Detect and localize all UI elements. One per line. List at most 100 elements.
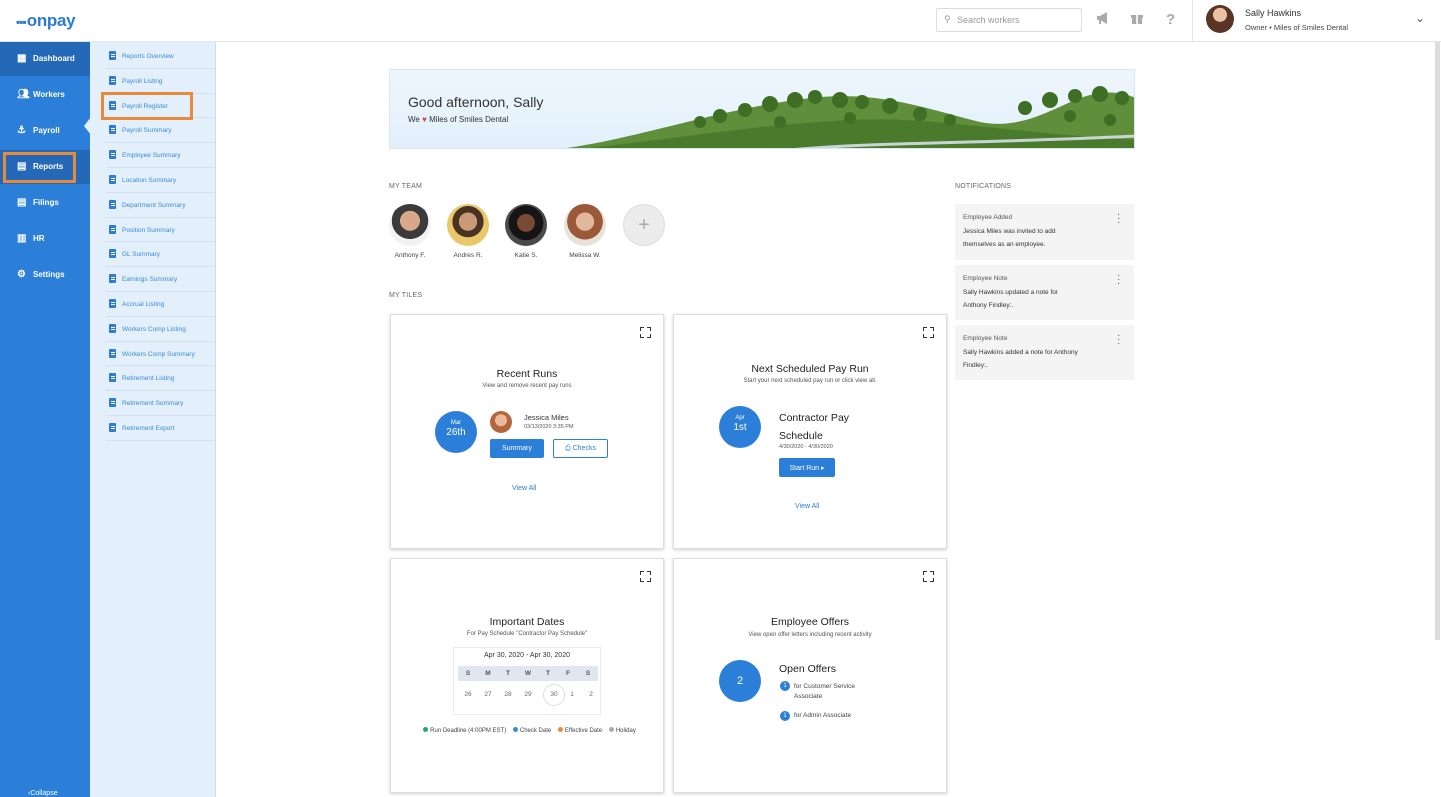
team-member[interactable]: Andres R.	[438, 204, 498, 259]
notification-card[interactable]: Employee Added Jessica Miles was invited…	[955, 204, 1134, 260]
calendar-day[interactable]: 2	[581, 691, 601, 698]
view-all-link[interactable]: View All	[512, 485, 536, 492]
submenu-item[interactable]: Accrual Listing	[106, 292, 214, 317]
user-menu[interactable]: Sally Hawkins Owner • Miles of Smiles De…	[1192, 0, 1441, 42]
submenu-item[interactable]: Payroll Summary	[106, 118, 214, 144]
submenu-item[interactable]: Retirement Summary	[106, 391, 214, 416]
submenu-item[interactable]: Reports Overview	[106, 44, 214, 69]
help-icon[interactable]: ?	[1166, 11, 1175, 28]
document-icon	[109, 51, 116, 60]
expand-icon[interactable]	[640, 327, 651, 338]
banner-subtitle: We ♥ Miles of Smiles Dental	[408, 115, 509, 124]
tile-title: Important Dates	[489, 616, 565, 628]
expand-icon[interactable]	[640, 571, 651, 582]
calendar-day[interactable]: 28	[498, 691, 518, 698]
document-icon	[109, 125, 116, 135]
megaphone-icon[interactable]	[1096, 11, 1111, 29]
team-member[interactable]: Melissa W.	[555, 204, 615, 259]
gift-icon[interactable]	[1130, 11, 1144, 29]
submenu-item-label: Workers Comp Summary	[122, 350, 195, 358]
tile-description: View and remove recent pay runs	[482, 383, 572, 389]
search-input[interactable]: ⚲ Search workers	[936, 8, 1082, 32]
avatar	[389, 204, 431, 246]
offer-count-badge: 1	[780, 681, 790, 691]
sidebar-item-label: Dashboard	[33, 54, 75, 63]
sidebar-item-filings[interactable]: ▤ Filings	[0, 186, 90, 220]
avatar	[490, 411, 512, 433]
submenu-item[interactable]: Retirement Listing	[106, 366, 214, 392]
submenu-item[interactable]: Position Summary	[106, 218, 214, 243]
sidebar-item-payroll[interactable]: ⚓︎ Payroll	[0, 114, 90, 148]
hr-icon: ▥	[17, 233, 27, 244]
submenu-item[interactable]: Payroll Listing	[106, 69, 214, 94]
welcome-banner: Good afternoon, Sally We ♥ Miles of Smil…	[389, 69, 1135, 149]
calendar-day[interactable]: 1	[562, 691, 582, 698]
submenu-item-label: Position Summary	[122, 226, 175, 234]
recent-runs-tile: Recent Runs View and remove recent pay r…	[390, 314, 664, 549]
team-member[interactable]: Katie S.	[496, 204, 556, 259]
summary-button[interactable]: Summary	[490, 439, 544, 458]
gear-icon: ⚙	[17, 269, 26, 280]
sidebar-item-settings[interactable]: ⚙ Settings	[0, 258, 90, 292]
document-icon	[109, 175, 116, 184]
user-avatar	[1206, 5, 1234, 33]
pay-run-date-badge: Apr 1st	[719, 406, 761, 448]
offer-count-badge: 1	[780, 711, 790, 721]
document-icon	[109, 274, 116, 284]
checks-button[interactable]: ⎙ Checks	[553, 439, 608, 458]
notification-type: Employee Note	[963, 275, 1008, 282]
submenu-item[interactable]: Retirement Export	[106, 416, 214, 441]
add-team-member-button[interactable]: +	[623, 204, 665, 246]
submenu-item[interactable]: Workers Comp Listing	[106, 317, 214, 342]
run-date-badge: Mar 26th	[435, 411, 477, 453]
avatar	[505, 204, 547, 246]
calendar-day[interactable]: 29	[518, 691, 538, 698]
notification-card[interactable]: Employee Note Sally Hawkins added a note…	[955, 325, 1134, 380]
calendar-day[interactable]: 30	[544, 691, 564, 698]
team-member-name: Melissa W.	[569, 252, 601, 259]
more-options-icon[interactable]: · · ·	[1117, 210, 1120, 228]
start-run-button[interactable]: Start Run ▸	[779, 458, 835, 477]
calendar-range: Apr 30, 2020 - Apr 30, 2020	[483, 652, 570, 659]
sidebar-item-label: Filings	[33, 198, 59, 207]
calendar-weekdays: S M T W T F S	[458, 666, 598, 681]
page-scrollbar[interactable]	[1435, 42, 1440, 640]
onpay-logo[interactable]: ▪▪▪onpay	[16, 11, 76, 31]
calendar-day[interactable]: 27	[478, 691, 498, 698]
more-options-icon[interactable]: · · ·	[1117, 271, 1120, 289]
submenu-item-label: Workers Comp Listing	[122, 325, 186, 333]
expand-icon[interactable]	[923, 327, 934, 338]
tile-description: For Pay Schedule "Contractor Pay Schedul…	[466, 631, 588, 637]
submenu-item-label: Payroll Summary	[122, 127, 172, 135]
legend-dot	[608, 727, 614, 732]
hills-illustration	[566, 86, 1134, 148]
user-name: Sally Hawkins	[1245, 8, 1302, 18]
view-all-link[interactable]: View All	[795, 503, 819, 510]
submenu-item[interactable]: Earnings Summary	[106, 267, 214, 292]
collapse-button[interactable]: ‹Collapse	[28, 790, 58, 797]
submenu-item[interactable]: GL Summary	[106, 242, 214, 268]
document-icon	[109, 224, 116, 234]
submenu-item[interactable]: Department Summary	[106, 193, 214, 218]
document-icon	[109, 323, 116, 333]
expand-icon[interactable]	[923, 571, 934, 582]
submenu-item-label: Retirement Listing	[122, 375, 175, 383]
document-icon	[109, 398, 116, 408]
submenu-item[interactable]: Location Summary	[106, 168, 214, 193]
calendar: Apr 30, 2020 - Apr 30, 2020 S M T W T F …	[453, 647, 601, 715]
document-icon	[109, 299, 116, 308]
sidebar-item-hr[interactable]: ▥ HR	[0, 222, 90, 256]
submenu-item[interactable]: Employee Summary	[106, 143, 214, 168]
notification-card[interactable]: Employee Note Sally Hawkins updated a no…	[955, 265, 1134, 320]
submenu-item[interactable]: Workers Comp Summary	[106, 342, 214, 367]
dashboard-icon: ▦	[17, 53, 27, 64]
team-member[interactable]: Anthony F.	[380, 204, 440, 259]
search-placeholder: Search workers	[957, 15, 1020, 25]
chevron-down-icon[interactable]: ⌄	[1415, 11, 1425, 25]
submenu-item-label: Location Summary	[122, 177, 177, 184]
sidebar-item-workers[interactable]: 👥︎ Workers	[0, 78, 90, 112]
sidebar-item-dashboard[interactable]: ▦ Dashboard	[0, 42, 90, 76]
submenu-item-label: GL Summary	[122, 251, 161, 259]
more-options-icon[interactable]: · · ·	[1117, 331, 1120, 349]
calendar-day[interactable]: 26	[458, 691, 478, 698]
